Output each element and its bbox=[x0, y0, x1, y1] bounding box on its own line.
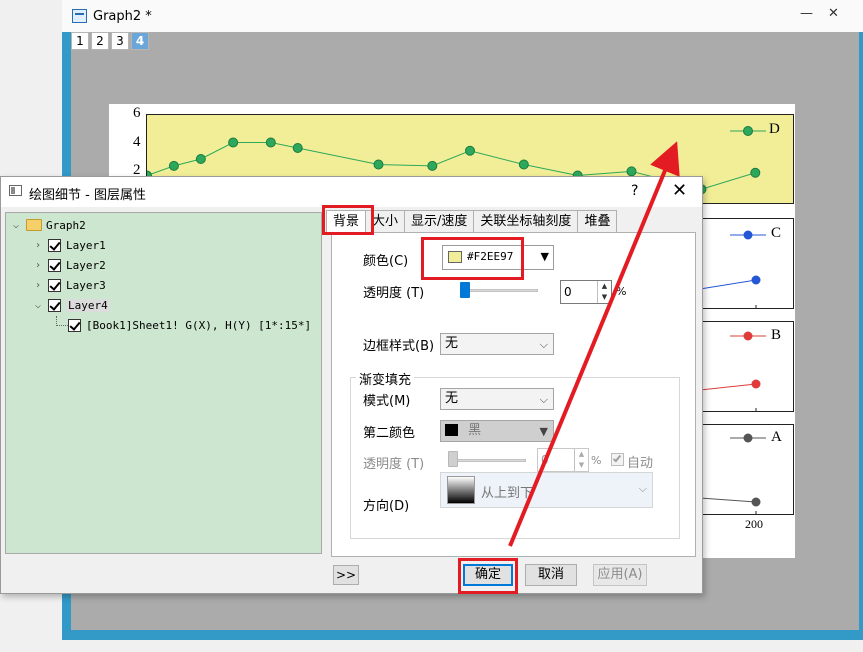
arrow-line bbox=[508, 141, 680, 547]
annotation-arrow bbox=[508, 141, 680, 547]
